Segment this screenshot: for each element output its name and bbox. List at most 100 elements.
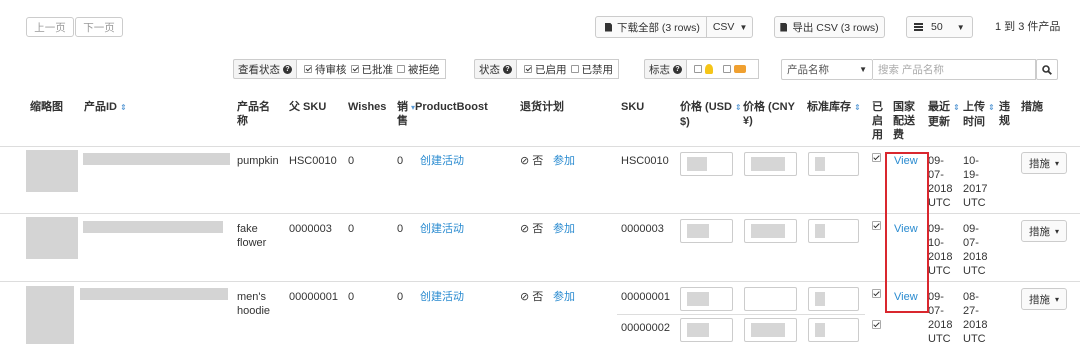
header-price-cny[interactable]: 价格 (CNY ¥) (743, 100, 795, 128)
rejected-checkbox[interactable] (397, 65, 405, 73)
inventory-input[interactable] (808, 219, 859, 243)
pending-label: 待审核 (315, 63, 347, 76)
caret-down-icon: ▼ (859, 65, 867, 74)
sort-icon: ⇕ (953, 103, 960, 112)
download-format-label: CSV (712, 21, 735, 33)
search-input[interactable]: 搜索 产品名称 (873, 59, 1036, 80)
help-icon[interactable]: ? (503, 64, 512, 74)
enabled-label: 已启用 (535, 63, 567, 76)
review-status-filter: 查看状态 ? 待审核 已批准 被拒绝 (233, 59, 446, 79)
create-campaign-link[interactable]: 创建活动 (420, 154, 464, 168)
prev-page-button[interactable]: 上一页 (26, 17, 74, 37)
enabled-checkbox[interactable] (872, 289, 881, 298)
price-usd-input[interactable] (680, 219, 733, 243)
caret-down-icon: ▾ (1054, 294, 1059, 304)
price-cny-input[interactable] (744, 219, 797, 243)
price-usd-input[interactable] (680, 318, 733, 342)
header-uploaded-line1: 上传 (963, 101, 985, 113)
approved-label: 已批准 (361, 63, 394, 76)
variant-sku: 00000002 (621, 322, 670, 334)
caret-down-icon: ▾ (1054, 158, 1059, 168)
return-plan-status: ⊘ 否 (520, 291, 544, 303)
join-return-plan-link[interactable]: 参加 (553, 154, 575, 168)
header-productboost-label: ProductBoost (415, 101, 488, 113)
pending-checkbox[interactable] (304, 65, 312, 73)
product-thumbnail[interactable] (26, 150, 78, 192)
header-enabled-line1: 已 (872, 101, 883, 113)
header-uploaded-line2: 时间 (963, 116, 985, 128)
actions-dropdown-button[interactable]: 措施 ▾ (1021, 220, 1067, 242)
next-page-button[interactable]: 下一页 (75, 17, 123, 37)
enabled-checkbox[interactable] (872, 153, 881, 162)
enabled-checkbox[interactable] (872, 221, 881, 230)
header-wishes: Wishes (348, 101, 387, 113)
inventory-input[interactable] (808, 287, 859, 311)
header-country-line1: 国家 (893, 101, 915, 113)
header-uploaded[interactable]: 上传 ⇕ 时间 (963, 100, 995, 129)
inventory-input[interactable] (808, 318, 859, 342)
sort-icon: ⇕ (854, 103, 861, 112)
search-button[interactable] (1036, 59, 1058, 80)
price-cny-input[interactable] (744, 152, 797, 176)
enabled-checkbox[interactable] (524, 65, 532, 73)
header-enabled-line3: 用 (872, 129, 883, 141)
price-cny-input[interactable] (744, 287, 797, 311)
create-campaign-link[interactable]: 创建活动 (420, 290, 464, 304)
sort-icon: ⇕ (988, 103, 995, 112)
header-actions: 措施 (1021, 101, 1043, 113)
header-updated-line2: 更新 (928, 116, 950, 128)
disabled-checkbox[interactable] (570, 65, 579, 73)
header-product-id-label: 产品ID (84, 101, 117, 113)
actions-dropdown-button[interactable]: 措施 ▾ (1021, 152, 1067, 174)
document-icon (780, 22, 788, 32)
status-options: 已启用 已禁用 (517, 59, 619, 79)
header-parent-sku: 父 SKU (289, 101, 327, 113)
uploaded-date: 09- 07- 2018 UTC (963, 223, 988, 277)
list-icon (914, 23, 923, 31)
header-price-usd[interactable]: 价格 (USD ⇕ $) (680, 100, 742, 129)
product-id-redacted (80, 288, 228, 300)
header-productboost[interactable]: ▾ProductBoost (411, 100, 488, 115)
sort-icon: ⇕ (120, 103, 127, 112)
header-inventory-label: 标准库存 (807, 101, 851, 113)
download-all-button[interactable]: 下载全部 (3 rows) CSV ▼ (595, 16, 753, 38)
header-updated-line1: 最近 (928, 101, 950, 113)
return-plan-status: ⊘ 否 (520, 155, 544, 167)
actions-dropdown-button[interactable]: 措施 ▾ (1021, 288, 1067, 310)
inventory-input[interactable] (808, 152, 859, 176)
export-csv-button[interactable]: 导出 CSV (3 rows) (774, 16, 885, 38)
header-return-plan: 退货计划 (520, 101, 564, 113)
parent-sku: 0000003 (289, 223, 332, 235)
last-updated: 09- 07- 2018 UTC (928, 291, 953, 344)
tag-label-box: 标志 ? (644, 59, 687, 79)
price-usd-input[interactable] (680, 287, 733, 311)
header-country-line3: 费 (893, 129, 904, 141)
page-size-select[interactable]: 50 ▼ (906, 16, 973, 38)
review-status-label-box: 查看状态 ? (233, 59, 297, 79)
header-product-id[interactable]: 产品ID ⇕ (84, 100, 127, 115)
price-usd-input[interactable] (680, 152, 733, 176)
product-thumbnail[interactable] (26, 217, 78, 259)
create-campaign-link[interactable]: 创建活动 (420, 222, 464, 236)
parent-sku: 00000001 (289, 291, 338, 303)
caret-down-icon: ▾ (1054, 226, 1059, 236)
join-return-plan-link[interactable]: 参加 (553, 222, 575, 236)
tag-bulb-checkbox[interactable] (694, 65, 702, 73)
header-inventory[interactable]: 标准库存 ⇕ (807, 100, 861, 115)
search-placeholder: 搜索 产品名称 (878, 64, 944, 76)
enabled-checkbox[interactable] (872, 320, 881, 329)
header-price-cny-line1: 价格 (CNY (743, 101, 795, 113)
rejected-label: 被拒绝 (408, 63, 440, 76)
price-cny-input[interactable] (744, 318, 797, 342)
tag-truck-checkbox[interactable] (723, 65, 731, 73)
search-field-select[interactable]: 产品名称 ▼ (781, 59, 873, 80)
product-thumbnail[interactable] (26, 286, 74, 344)
header-last-updated[interactable]: 最近 ⇕ 更新 (928, 100, 960, 129)
wishes-count: 0 (348, 223, 355, 235)
help-icon[interactable]: ? (673, 64, 682, 74)
header-violation-line2: 规 (999, 115, 1010, 127)
approved-checkbox[interactable] (350, 65, 359, 73)
join-return-plan-link[interactable]: 参加 (553, 290, 575, 304)
header-sku: SKU (621, 101, 645, 113)
help-icon[interactable]: ? (283, 64, 292, 74)
